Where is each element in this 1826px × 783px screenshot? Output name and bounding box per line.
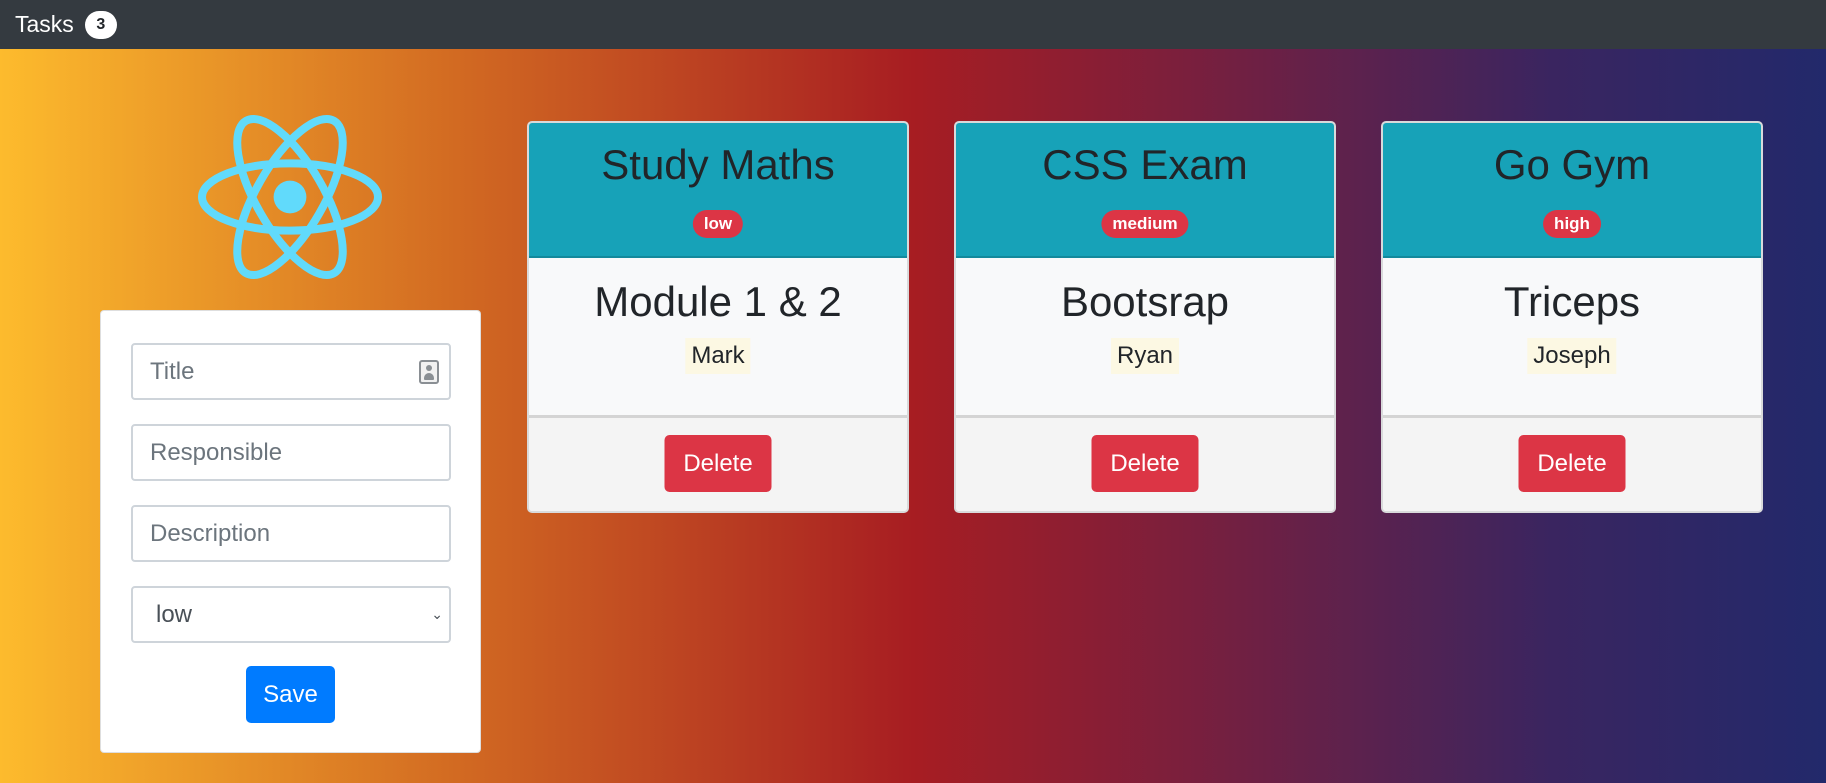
task-title: Go Gym (1493, 141, 1651, 188)
task-card-body: Bootsrap Ryan (956, 258, 1334, 378)
task-responsible: Joseph (1527, 338, 1617, 374)
priority-select[interactable]: low ⌄ (131, 586, 451, 643)
task-title: Study Maths (601, 141, 835, 188)
task-description: Bootsrap (1060, 278, 1230, 325)
delete-button[interactable]: Delete (664, 435, 772, 492)
task-card-body: Module 1 & 2 Mark (529, 258, 907, 378)
priority-badge: medium (1101, 210, 1189, 238)
task-card-header: Study Maths low (529, 123, 907, 258)
chevron-down-icon: ⌄ (431, 606, 443, 622)
priority-badge: high (1543, 210, 1601, 238)
task-card-footer: Delete (956, 415, 1334, 511)
task-card-header: CSS Exam medium (956, 123, 1334, 258)
task-form: Title Responsible Description low ⌄ Save (100, 310, 481, 753)
task-description: Triceps (1503, 278, 1641, 325)
title-placeholder: Title (150, 357, 195, 385)
contact-card-icon[interactable] (419, 360, 439, 384)
responsible-input[interactable]: Responsible (131, 424, 451, 481)
title-input[interactable]: Title (131, 343, 451, 400)
priority-selected-value: low (156, 600, 193, 628)
react-atom-icon (198, 114, 382, 280)
task-card: Go Gym high Triceps Joseph Delete (1381, 121, 1763, 513)
description-placeholder: Description (150, 519, 271, 547)
task-card-body: Triceps Joseph (1383, 258, 1761, 378)
responsible-placeholder: Responsible (150, 438, 283, 466)
delete-button[interactable]: Delete (1091, 435, 1199, 492)
description-input[interactable]: Description (131, 505, 451, 562)
task-card-footer: Delete (1383, 415, 1761, 511)
priority-badge: low (692, 210, 744, 238)
task-card-footer: Delete (529, 415, 907, 511)
task-responsible: Ryan (1110, 338, 1180, 374)
task-description: Module 1 & 2 (594, 278, 842, 325)
save-button[interactable]: Save (246, 666, 335, 723)
task-card-header: Go Gym high (1383, 123, 1761, 258)
task-title: CSS Exam (1042, 141, 1248, 188)
task-responsible: Mark (685, 338, 751, 374)
delete-button[interactable]: Delete (1518, 435, 1626, 492)
task-card: Study Maths low Module 1 & 2 Mark Delete (527, 121, 909, 513)
navbar-brand[interactable]: Tasks (15, 11, 74, 38)
navbar: Tasks 3 (0, 0, 1826, 49)
task-card: CSS Exam medium Bootsrap Ryan Delete (954, 121, 1336, 513)
task-count-badge: 3 (84, 10, 117, 39)
